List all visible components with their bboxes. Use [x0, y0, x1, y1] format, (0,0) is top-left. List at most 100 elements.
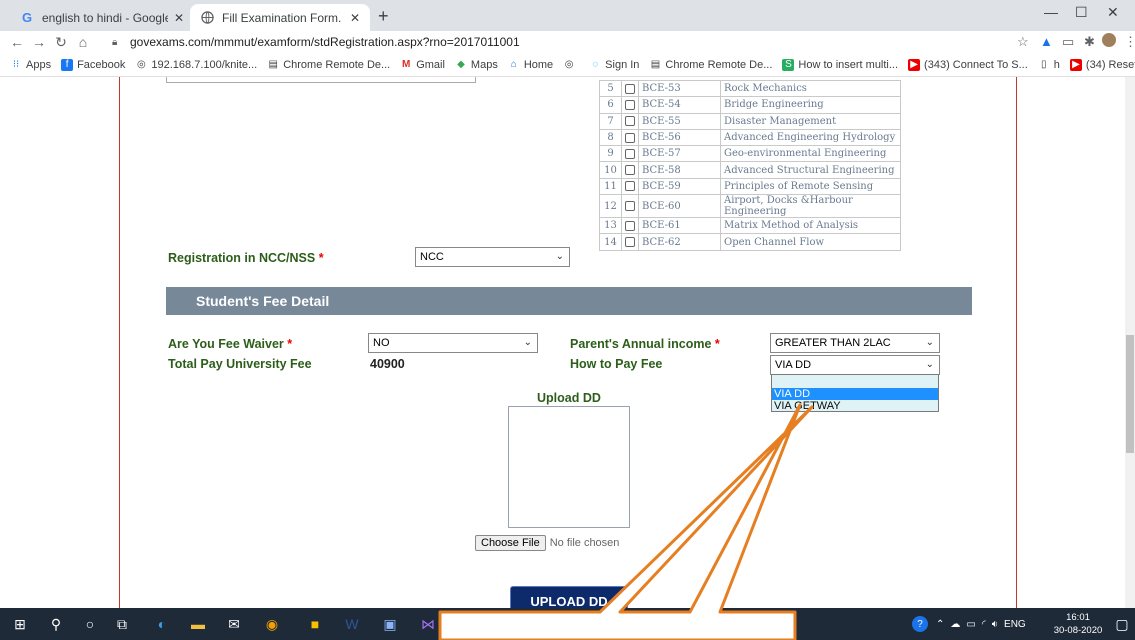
subject-serial: 14 [599, 233, 622, 251]
bookmark-gmail[interactable]: M Gmail [400, 59, 445, 71]
windows-start-icon[interactable]: ⊞ [10, 614, 30, 634]
close-icon[interactable]: ✕ [350, 11, 360, 25]
clock[interactable]: 16:01 30-08-2020 [1052, 611, 1104, 637]
bookmark-knite[interactable]: ◎ 192.168.7.100/knite... [135, 59, 257, 71]
choose-file-button[interactable]: Choose File [475, 535, 546, 551]
subject-checkbox[interactable] [625, 220, 635, 231]
scrollbar-thumb[interactable] [1126, 335, 1134, 453]
subject-checkbox[interactable] [625, 83, 635, 94]
subject-checkbox[interactable] [625, 165, 635, 176]
bookmark-maps[interactable]: ◆ Maps [455, 59, 498, 71]
subject-serial: 5 [599, 79, 622, 98]
subject-checkbox-cell [621, 96, 639, 114]
home-icon[interactable]: ⌂ [72, 34, 94, 50]
subject-serial: 9 [599, 145, 622, 163]
facebook-icon: f [61, 58, 74, 71]
dropdown-option-via-getway[interactable]: VIA GETWAY [772, 400, 938, 412]
language-indicator[interactable]: ENG [1004, 619, 1026, 630]
bookmark-apps[interactable]: ⁝⁝ Apps [10, 59, 51, 71]
subject-checkbox[interactable] [625, 201, 635, 212]
bookmark-home[interactable]: ⌂ Home [508, 59, 553, 71]
globe-icon: ◎ [564, 59, 574, 70]
subject-serial: 8 [599, 128, 622, 147]
puzzle-icon[interactable]: ✱ [1084, 34, 1095, 50]
tab-google-search[interactable]: G english to hindi - Google Search ✕ [10, 4, 194, 31]
scrollbar[interactable] [1125, 77, 1135, 608]
windows-taskbar: ⊞ ⚲ ○ ⧉ ◐ ▬ ✉ ◉ ■ W ▣ ⋈ ▚ ? ⌃ ☁ ▭ ◜ 🔉︎ E… [0, 608, 1135, 640]
bookmark-chrome-remote[interactable]: ▤ Chrome Remote De... [267, 59, 390, 71]
table-row: 11 BCE-59 Principles of Remote Sensing [599, 177, 901, 196]
url-text: govexams.com/mmmut/examform/stdRegistrat… [130, 35, 520, 49]
subject-checkbox[interactable] [625, 132, 635, 143]
ncc-select[interactable]: NCC ⌄ [415, 247, 570, 267]
cortana-icon[interactable]: ○ [80, 614, 100, 634]
pay-mode-label: How to Pay Fee [570, 357, 663, 371]
subject-checkbox-cell [621, 217, 639, 235]
bookmarks-bar: ⁝⁝ Apps f Facebook ◎ 192.168.7.100/knite...… [0, 53, 1135, 77]
cloud-icon[interactable]: ☁ [950, 619, 960, 630]
wifi-icon[interactable]: ◜ [982, 619, 986, 630]
url-field[interactable]: 🔒︎ govexams.com/mmmut/examform/stdRegist… [112, 33, 892, 51]
bookmark-teamviewer[interactable]: ▶(34) Reset TeamVie... [1069, 58, 1135, 71]
maximize-icon[interactable]: ☐ [1075, 4, 1088, 21]
bookmark-globe[interactable]: ◎ [563, 59, 579, 71]
extension-icon[interactable]: ▲ [1040, 34, 1053, 49]
tab-exam-form[interactable]: Fill Examination Form. ✕ [190, 4, 370, 31]
income-select[interactable]: GREATER THAN 2LAC ⌄ [770, 333, 940, 353]
minimize-icon[interactable]: — [1044, 4, 1058, 20]
globe-icon: ◎ [137, 59, 146, 70]
cast-icon[interactable]: ▭ [1062, 34, 1074, 50]
menu-icon[interactable]: ⋮ [1124, 34, 1135, 50]
dd-preview-box [508, 406, 630, 528]
bookmark-how-to-insert[interactable]: S How to insert multi... [782, 58, 898, 71]
dropdown-option-via-dd[interactable]: VIA DD [772, 388, 938, 400]
back-icon[interactable]: ← [6, 34, 28, 50]
notification-icon[interactable]: ▢ [1112, 614, 1132, 634]
subject-checkbox[interactable] [625, 116, 635, 127]
subject-name: Advanced Structural Engineering [720, 161, 901, 179]
reload-icon[interactable]: ↻ [50, 34, 72, 51]
edge-icon[interactable]: ◐ [152, 614, 172, 634]
total-fee-label: Total Pay University Fee [168, 357, 312, 371]
table-row: 13 BCE-61 Matrix Method of Analysis [599, 217, 901, 235]
subject-code: BCE-57 [638, 145, 721, 163]
subject-checkbox[interactable] [625, 148, 635, 159]
mail-icon[interactable]: ✉ [224, 614, 244, 634]
paint-icon[interactable]: ▚ [456, 614, 476, 634]
chrome-icon[interactable]: ◉ [262, 614, 282, 634]
file-input[interactable]: Choose File No file chosen [475, 534, 619, 552]
star-icon[interactable]: ☆ [1017, 34, 1029, 50]
subject-checkbox[interactable] [625, 237, 635, 248]
bookmark-h[interactable]: ▯ h [1038, 59, 1060, 71]
subject-checkbox[interactable] [625, 99, 635, 110]
avatar[interactable] [1102, 33, 1116, 47]
volume-icon[interactable]: 🔉︎ [992, 619, 998, 630]
dropdown-option-blank[interactable] [772, 376, 938, 388]
forward-icon[interactable]: → [28, 34, 50, 50]
task-view-icon[interactable]: ⧉ [112, 614, 132, 634]
income-label: Parent's Annual income * [570, 337, 720, 351]
visual-studio-icon[interactable]: ⋈ [418, 614, 438, 634]
bookmark-sign-in[interactable]: ◌ Sign In [589, 59, 639, 71]
close-icon[interactable]: ✕ [174, 11, 184, 25]
word-icon[interactable]: W [342, 614, 362, 634]
window-close-icon[interactable]: ✕ [1107, 4, 1119, 21]
bookmark-facebook[interactable]: f Facebook [61, 58, 125, 71]
search-icon[interactable]: ⚲ [46, 614, 66, 634]
bookmark-connect[interactable]: ▶ (343) Connect To S... [908, 58, 1028, 71]
bookmark-chrome-remote-2[interactable]: ▤ Chrome Remote De... [649, 59, 773, 71]
subject-checkbox[interactable] [625, 181, 635, 192]
battery-icon[interactable]: ▭ [966, 619, 975, 630]
help-icon[interactable]: ? [912, 616, 928, 632]
subject-serial: 12 [599, 194, 622, 219]
upload-dd-button[interactable]: UPLOAD DD [510, 586, 628, 608]
fee-waiver-select[interactable]: NO ⌄ [368, 333, 538, 353]
google-icon: G [21, 10, 33, 25]
chevron-up-icon[interactable]: ⌃ [936, 619, 944, 630]
file-explorer-icon[interactable]: ▬ [188, 614, 208, 634]
remote-desktop-icon[interactable]: ▣ [380, 614, 400, 634]
pay-mode-select[interactable]: VIA DD ⌄ [770, 355, 940, 375]
app-icon[interactable]: ■ [305, 614, 325, 634]
folder-icon: ▤ [650, 59, 661, 70]
new-tab-icon[interactable]: + [378, 6, 389, 27]
